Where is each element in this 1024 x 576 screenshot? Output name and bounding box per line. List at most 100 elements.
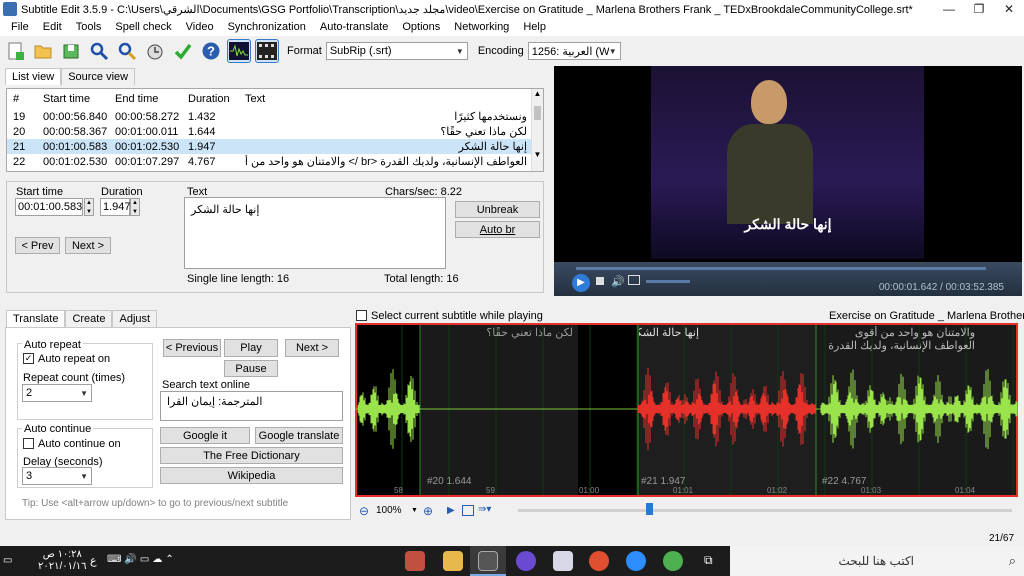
subtitle-text-area[interactable]: إنها حالة الشكر	[184, 197, 446, 269]
menu-auto-translate[interactable]: Auto-translate	[313, 21, 395, 33]
system-tray-icons[interactable]: ⌨🔊▭☁︎⌃	[107, 554, 177, 565]
video-progress[interactable]	[576, 267, 986, 270]
col-duration[interactable]: Duration	[188, 93, 245, 105]
file-explorer-icon[interactable]	[443, 551, 463, 571]
unbreak-button[interactable]: Unbreak	[455, 201, 540, 218]
repeat-count-select[interactable]: 2 ▼	[22, 384, 92, 402]
notifications-icon[interactable]: ▭	[3, 555, 12, 566]
duration-spinner[interactable]: ▲ ▼	[130, 198, 140, 216]
taskbar-app-icon[interactable]	[553, 551, 573, 571]
waveform-panel[interactable]: لكن ماذا تعني حقًا؟ إنها حالة الشكر والا…	[355, 323, 1018, 497]
find-icon[interactable]	[87, 39, 111, 63]
tab-create[interactable]: Create	[65, 310, 113, 327]
play-button[interactable]: Play	[224, 339, 278, 357]
col-end-time[interactable]: End time	[115, 93, 188, 105]
menu-options[interactable]: Options	[395, 21, 447, 33]
start-time-spinner[interactable]: ▲ ▼	[84, 198, 94, 216]
fullscreen-icon[interactable]	[628, 275, 640, 285]
tab-translate[interactable]: Translate	[6, 310, 66, 327]
play-next-icon[interactable]: ⇛▾	[478, 504, 491, 515]
auto-br-button[interactable]: Auto br	[455, 221, 540, 238]
col-number[interactable]: #	[7, 93, 43, 105]
chevron-down-icon[interactable]: ▼	[411, 507, 418, 514]
tab-adjust[interactable]: Adjust	[112, 310, 158, 327]
encoding-select[interactable]: 1256: العربية (Windo▼	[527, 42, 621, 60]
visual-sync-icon[interactable]	[143, 39, 167, 63]
previous-button[interactable]: < Previous	[163, 339, 221, 357]
next-button[interactable]: Next >	[65, 237, 111, 254]
google-translate-button[interactable]: Google translate	[255, 427, 343, 444]
replace-icon[interactable]	[115, 39, 139, 63]
delay-select[interactable]: 3 ▼	[22, 467, 92, 485]
zoom-out-icon[interactable]: ⊖	[359, 504, 369, 518]
play-icon[interactable]: ▶	[572, 274, 590, 292]
table-row-selected[interactable]: 21 00:01:00.583 00:01:02.530 1.947 إنها …	[7, 139, 543, 154]
menu-spell-check[interactable]: Spell check	[108, 21, 178, 33]
video-toggle-icon[interactable]	[255, 39, 279, 63]
zoom-in-icon[interactable]: ⊕	[423, 504, 433, 518]
scroll-up-icon[interactable]: ▲	[532, 89, 543, 98]
prev-button[interactable]: < Prev	[15, 237, 60, 254]
help-icon[interactable]: ?	[199, 39, 223, 63]
table-row[interactable]: 22 00:01:02.530 00:01:07.297 4.767 العوا…	[7, 154, 543, 169]
wikipedia-button[interactable]: Wikipedia	[160, 467, 343, 484]
menu-video[interactable]: Video	[179, 21, 221, 33]
menu-edit[interactable]: Edit	[36, 21, 69, 33]
taskbar-app-icon[interactable]	[405, 551, 425, 571]
auto-repeat-checkbox[interactable]: ✓	[23, 353, 34, 364]
stop-icon[interactable]	[596, 277, 604, 285]
taskbar-app-icon[interactable]	[516, 551, 536, 571]
minimize-button[interactable]: —	[934, 2, 964, 16]
scroll-down-icon[interactable]: ▼	[532, 150, 543, 159]
start-time-label: Start time	[16, 186, 64, 198]
menu-file[interactable]: File	[4, 21, 36, 33]
grid-scrollbar[interactable]: ▲ ▼	[531, 89, 543, 171]
close-button[interactable]: ✕	[994, 2, 1024, 16]
menu-networking[interactable]: Networking	[447, 21, 516, 33]
duration-input[interactable]: 1.947	[100, 198, 131, 216]
select-while-playing-checkbox[interactable]	[356, 310, 367, 321]
subtitle-edit-taskbar-button[interactable]	[470, 546, 506, 576]
input-language[interactable]: ع	[90, 554, 97, 567]
search-text-input[interactable]: المترجمة: إيمان القرا	[160, 391, 343, 421]
save-icon[interactable]	[59, 39, 83, 63]
tab-list-view[interactable]: List view	[5, 68, 62, 85]
col-text[interactable]: Text	[245, 93, 543, 105]
menu-synchronization[interactable]: Synchronization	[221, 21, 313, 33]
open-folder-icon[interactable]	[31, 39, 55, 63]
next-subtitle-button[interactable]: Next >	[285, 339, 339, 357]
menu-help[interactable]: Help	[516, 21, 553, 33]
format-value: SubRip (.srt)	[329, 45, 392, 57]
volume-icon[interactable]: 🔊	[611, 275, 625, 288]
taskbar-search-box[interactable]: اكتب هنا للبحث ⌕	[730, 546, 1024, 576]
spell-check-icon[interactable]	[171, 39, 195, 63]
auto-continue-checkbox[interactable]	[23, 438, 34, 449]
chrome-icon[interactable]	[589, 551, 609, 571]
start-time-input[interactable]: 00:01:00.583	[15, 198, 83, 216]
free-dictionary-button[interactable]: The Free Dictionary	[160, 447, 343, 464]
format-select[interactable]: SubRip (.srt) ▼	[325, 42, 468, 60]
volume-slider[interactable]	[646, 280, 690, 283]
waveform-toggle-icon[interactable]	[227, 39, 251, 63]
table-row[interactable]: 20 00:00:58.367 00:01:00.011 1.644 لكن م…	[7, 124, 543, 139]
google-it-button[interactable]: Google it	[160, 427, 250, 444]
waveform-position-thumb[interactable]	[646, 503, 653, 515]
chrome-icon[interactable]	[663, 551, 683, 571]
task-view-icon[interactable]: ⧉	[704, 553, 713, 568]
scroll-thumb[interactable]	[534, 106, 541, 120]
pause-button[interactable]: Pause	[224, 360, 278, 377]
new-file-icon[interactable]	[3, 39, 27, 63]
clock[interactable]: ١٠:٢٨ ص ٢٠٢١/٠١/١٦	[38, 549, 87, 573]
maximize-button[interactable]: ❐	[964, 2, 994, 16]
grid-icon[interactable]	[462, 505, 474, 516]
menu-tools[interactable]: Tools	[69, 21, 109, 33]
play-selection-icon[interactable]: ▶	[447, 505, 455, 516]
col-start-time[interactable]: Start time	[43, 93, 115, 105]
tab-source-view[interactable]: Source view	[61, 68, 136, 85]
video-player[interactable]: إنها حالة الشكر ▶ 🔊 00:00:01.642 / 00:03…	[554, 66, 1022, 296]
zoom-level[interactable]: 100%	[376, 505, 402, 516]
zoom-app-icon[interactable]	[626, 551, 646, 571]
subtitle-grid[interactable]: # Start time End time Duration Text 19 0…	[6, 88, 544, 172]
table-row[interactable]: 19 00:00:56.840 00:00:58.272 1.432 ونستخ…	[7, 109, 543, 124]
waveform-position-track[interactable]	[518, 509, 1012, 512]
